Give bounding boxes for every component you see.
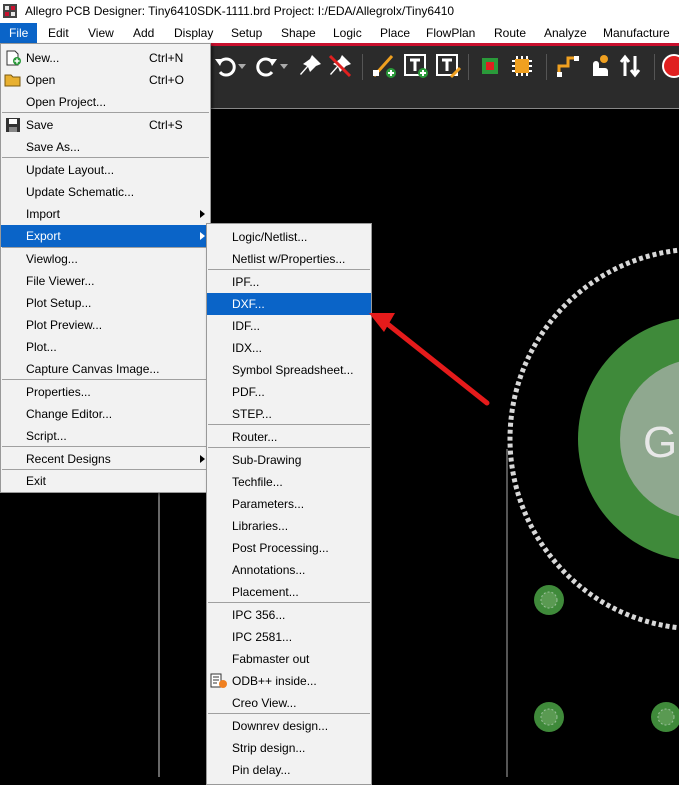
menu-item-plot-preview[interactable]: Plot Preview... bbox=[1, 314, 210, 336]
menu-manufacture[interactable]: Manufacture bbox=[603, 23, 670, 43]
menu-item-file-viewer[interactable]: File Viewer... bbox=[1, 270, 210, 292]
menu-item-dxf[interactable]: DXF... bbox=[207, 293, 371, 315]
menu-item-libraries[interactable]: Libraries... bbox=[207, 515, 371, 537]
redo-icon[interactable] bbox=[252, 52, 280, 80]
menu-item-save-as[interactable]: Save As... bbox=[1, 136, 210, 158]
menu-display[interactable]: Display bbox=[174, 23, 213, 43]
menu-item-update-layout[interactable]: Update Layout... bbox=[1, 159, 210, 181]
menu-separator bbox=[2, 446, 209, 447]
menu-item-techfile[interactable]: Techfile... bbox=[207, 471, 371, 493]
edit-text-icon[interactable] bbox=[434, 52, 462, 80]
submenu-arrow-icon bbox=[200, 455, 205, 463]
odb-icon bbox=[210, 673, 227, 688]
menu-item-annotations[interactable]: Annotations... bbox=[207, 559, 371, 581]
slide-icon[interactable] bbox=[584, 52, 612, 80]
add-connect-icon[interactable] bbox=[370, 52, 398, 80]
menu-file[interactable]: File bbox=[0, 23, 38, 43]
menu-logic[interactable]: Logic bbox=[333, 23, 362, 43]
menu-add[interactable]: Add bbox=[133, 23, 154, 43]
menu-item-strip-design[interactable]: Strip design... bbox=[207, 737, 371, 759]
menu-item-post-processing[interactable]: Post Processing... bbox=[207, 537, 371, 559]
swap-icon[interactable] bbox=[616, 52, 644, 80]
menu-item-open-project[interactable]: Open Project... bbox=[1, 91, 210, 113]
toolbar-separator bbox=[546, 54, 547, 80]
submenu-arrow-icon bbox=[200, 210, 205, 218]
menu-item-parameters[interactable]: Parameters... bbox=[207, 493, 371, 515]
menu-item-odb-inside[interactable]: ODB++ inside... bbox=[207, 670, 371, 692]
redo-dropdown-icon[interactable] bbox=[280, 64, 288, 70]
menu-item-save[interactable]: Save Ctrl+S bbox=[1, 114, 210, 136]
route-icon[interactable] bbox=[554, 52, 582, 80]
menu-item-plot-setup[interactable]: Plot Setup... bbox=[1, 292, 210, 314]
menu-item-ipc-356[interactable]: IPC 356... bbox=[207, 604, 371, 626]
menu-setup[interactable]: Setup bbox=[231, 23, 262, 43]
menu-item-step[interactable]: STEP... bbox=[207, 403, 371, 425]
menu-item-netlist-w-properties[interactable]: Netlist w/Properties... bbox=[207, 248, 371, 270]
new-file-icon bbox=[6, 50, 21, 66]
menu-item-idx[interactable]: IDX... bbox=[207, 337, 371, 359]
menu-item-script[interactable]: Script... bbox=[1, 425, 210, 447]
menu-separator bbox=[208, 424, 370, 425]
menu-analyze[interactable]: Analyze bbox=[544, 23, 587, 43]
toolbar-separator bbox=[468, 54, 469, 80]
allegro-app-icon bbox=[3, 4, 17, 18]
chip-icon[interactable] bbox=[508, 52, 536, 80]
menu-item-update-schematic[interactable]: Update Schematic... bbox=[1, 181, 210, 203]
undo-icon[interactable] bbox=[212, 52, 240, 80]
submenu-arrow-icon bbox=[200, 232, 205, 240]
menu-route[interactable]: Route bbox=[494, 23, 526, 43]
menu-separator bbox=[208, 447, 370, 448]
menu-item-sub-drawing[interactable]: Sub-Drawing bbox=[207, 449, 371, 471]
export-submenu: Logic/Netlist... Netlist w/Properties...… bbox=[206, 223, 372, 785]
menu-item-import[interactable]: Import bbox=[1, 203, 210, 225]
menu-item-new[interactable]: New... Ctrl+N bbox=[1, 47, 210, 69]
window-title: Allegro PCB Designer: Tiny6410SDK-1111.b… bbox=[25, 4, 455, 18]
menu-item-ipc-2581[interactable]: IPC 2581... bbox=[207, 626, 371, 648]
menu-item-creo-view[interactable]: Creo View... bbox=[207, 692, 371, 714]
undo-dropdown-icon[interactable] bbox=[238, 64, 246, 70]
file-menu: New... Ctrl+N Open Ctrl+O Open Project..… bbox=[0, 43, 211, 493]
menu-place[interactable]: Place bbox=[380, 23, 410, 43]
menu-item-router[interactable]: Router... bbox=[207, 426, 371, 448]
menu-item-plot[interactable]: Plot... bbox=[1, 336, 210, 358]
menu-edit[interactable]: Edit bbox=[48, 23, 69, 43]
toolbar-separator bbox=[654, 54, 655, 80]
menu-separator bbox=[2, 379, 209, 380]
stop-icon[interactable] bbox=[660, 52, 679, 80]
menu-shape[interactable]: Shape bbox=[281, 23, 316, 43]
menu-item-logic-netlist[interactable]: Logic/Netlist... bbox=[207, 226, 371, 248]
menu-item-recent-designs[interactable]: Recent Designs bbox=[1, 448, 210, 470]
menu-item-exit[interactable]: Exit bbox=[1, 470, 210, 492]
menu-item-pin-delay[interactable]: Pin delay... bbox=[207, 759, 371, 781]
menu-separator bbox=[208, 602, 370, 603]
menu-separator bbox=[208, 713, 370, 714]
menu-item-properties[interactable]: Properties... bbox=[1, 381, 210, 403]
menu-item-pdf[interactable]: PDF... bbox=[207, 381, 371, 403]
menu-item-idf[interactable]: IDF... bbox=[207, 315, 371, 337]
menu-item-fabmaster-out[interactable]: Fabmaster out bbox=[207, 648, 371, 670]
menu-item-open[interactable]: Open Ctrl+O bbox=[1, 69, 210, 91]
menu-item-export[interactable]: Export bbox=[1, 225, 210, 247]
menu-view[interactable]: View bbox=[88, 23, 114, 43]
title-bar: Allegro PCB Designer: Tiny6410SDK-1111.b… bbox=[0, 0, 679, 23]
place-component-icon[interactable] bbox=[476, 52, 504, 80]
pad-text: G bbox=[643, 418, 677, 467]
save-icon bbox=[6, 118, 20, 132]
menu-item-viewlog[interactable]: Viewlog... bbox=[1, 248, 210, 270]
menu-item-ipf[interactable]: IPF... bbox=[207, 271, 371, 293]
menu-flowplan[interactable]: FlowPlan bbox=[426, 23, 475, 43]
menu-item-symbol-spreadsheet[interactable]: Symbol Spreadsheet... bbox=[207, 359, 371, 381]
menu-separator bbox=[208, 269, 370, 270]
open-folder-icon bbox=[4, 74, 21, 87]
add-text-icon[interactable] bbox=[402, 52, 430, 80]
menu-item-capture-canvas-image[interactable]: Capture Canvas Image... bbox=[1, 358, 210, 380]
unpin-icon[interactable] bbox=[326, 52, 354, 80]
menu-item-change-editor[interactable]: Change Editor... bbox=[1, 403, 210, 425]
toolbar-separator bbox=[362, 54, 363, 80]
menu-item-downrev-design[interactable]: Downrev design... bbox=[207, 715, 371, 737]
menu-separator bbox=[2, 157, 209, 158]
pin-icon[interactable] bbox=[296, 52, 324, 80]
menu-item-placement[interactable]: Placement... bbox=[207, 581, 371, 603]
menu-separator bbox=[2, 112, 209, 113]
